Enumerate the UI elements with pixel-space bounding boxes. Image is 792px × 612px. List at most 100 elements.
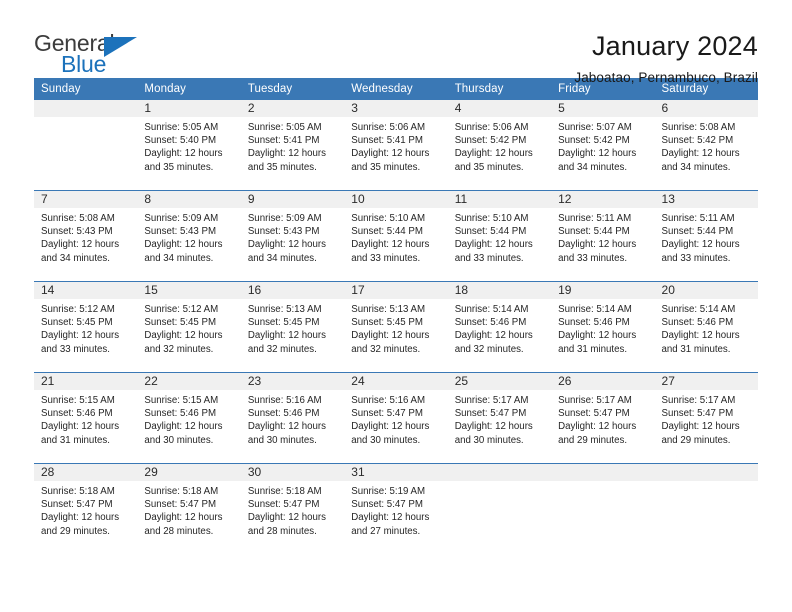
day-details: Sunrise: 5:10 AM Sunset: 5:44 PM Daylight:… — [448, 208, 551, 265]
day-number: 28 — [34, 464, 138, 481]
sunrise-text: Sunrise: 5:06 AM — [454, 122, 529, 133]
day-details: Sunrise: 5:06 AM Sunset: 5:41 PM Daylight:… — [344, 117, 447, 174]
calendar-day-cell[interactable]: 28 Sunrise: 5:18 AM Sunset: 5:47 PM Dayligh… — [34, 463, 138, 554]
calendar-day-cell[interactable]: 24 Sunrise: 5:16 AM Sunset: 5:47 PM Dayligh… — [344, 372, 448, 464]
day-cell-inner: 6 Sunrise: 5:08 AM Sunset: 5:42 PM Daylight… — [654, 100, 758, 190]
sunrise-text: Sunrise: 5:14 AM — [454, 304, 529, 315]
calendar-day-cell-empty — [654, 463, 758, 554]
sunrise-text: Sunrise: 5:15 AM — [144, 395, 219, 406]
daylight-text: Daylight: 12 hours and 29 minutes. — [661, 421, 740, 446]
sunset-text: Sunset: 5:42 PM — [661, 135, 734, 147]
sunrise-text: Sunrise: 5:16 AM — [351, 395, 426, 406]
sunrise-text: Sunrise: 5:18 AM — [41, 486, 115, 497]
sunrise-text: Sunrise: 5:10 AM — [454, 213, 529, 224]
daylight-text: Daylight: 12 hours and 34 minutes. — [558, 148, 637, 173]
sunrise-text: Sunrise: 5:14 AM — [661, 304, 736, 315]
calendar-day-cell[interactable]: 31 Sunrise: 5:19 AM Sunset: 5:47 PM Dayligh… — [344, 463, 448, 554]
day-details: Sunrise: 5:05 AM Sunset: 5:40 PM Daylight:… — [137, 117, 240, 174]
title-block: January 2024 Jaboatao, Pernambuco, Brazi… — [574, 30, 758, 87]
day-number: 24 — [344, 373, 448, 390]
calendar-day-cell[interactable]: 11 Sunrise: 5:10 AM Sunset: 5:44 PM Dayligh… — [447, 190, 552, 282]
day-cell-inner: 11 Sunrise: 5:10 AM Sunset: 5:44 PM Dayligh… — [447, 191, 552, 281]
daylight-text: Daylight: 12 hours and 28 minutes. — [247, 512, 326, 537]
calendar-day-cell[interactable]: 23 Sunrise: 5:16 AM Sunset: 5:46 PM Dayligh… — [240, 372, 345, 464]
day-details: Sunrise: 5:13 AM Sunset: 5:45 PM Daylight:… — [241, 299, 344, 356]
day-number: 2 — [240, 100, 345, 117]
calendar-day-cell[interactable]: 1 Sunrise: 5:05 AM Sunset: 5:40 PM Daylight… — [137, 100, 241, 191]
calendar-day-cell[interactable]: 13 Sunrise: 5:11 AM Sunset: 5:44 PM Dayligh… — [654, 190, 758, 282]
calendar-day-cell[interactable]: 27 Sunrise: 5:17 AM Sunset: 5:47 PM Dayligh… — [654, 372, 758, 464]
calendar-day-cell[interactable]: 5 Sunrise: 5:07 AM Sunset: 5:42 PM Daylight… — [551, 100, 655, 191]
weekday-header-wednesday: Wednesday — [344, 78, 448, 100]
day-cell-inner: 15 Sunrise: 5:12 AM Sunset: 5:45 PM Dayligh… — [137, 282, 241, 372]
sunset-text: Sunset: 5:47 PM — [351, 408, 423, 420]
sunrise-text: Sunrise: 5:17 AM — [454, 395, 529, 406]
calendar-day-cell[interactable]: 17 Sunrise: 5:13 AM Sunset: 5:45 PM Dayligh… — [344, 281, 448, 373]
day-number — [551, 464, 655, 481]
day-details: Sunrise: 5:15 AM Sunset: 5:46 PM Daylight:… — [137, 390, 240, 447]
daylight-text: Daylight: 12 hours and 33 minutes. — [558, 239, 637, 264]
calendar-table: Sunday Monday Tuesday Wednesday Thursday… — [34, 78, 758, 554]
day-number: 19 — [551, 282, 655, 299]
calendar-day-cell[interactable]: 6 Sunrise: 5:08 AM Sunset: 5:42 PM Daylight… — [654, 100, 758, 191]
calendar-week-row: 7 Sunrise: 5:08 AM Sunset: 5:43 PM Daylight… — [34, 190, 758, 282]
day-number — [447, 464, 552, 481]
daylight-text: Daylight: 12 hours and 31 minutes. — [661, 330, 740, 355]
daylight-text: Daylight: 12 hours and 29 minutes. — [41, 512, 120, 537]
calendar-day-cell[interactable]: 21 Sunrise: 5:15 AM Sunset: 5:46 PM Dayligh… — [34, 372, 138, 464]
calendar-day-cell[interactable]: 29 Sunrise: 5:18 AM Sunset: 5:47 PM Dayligh… — [137, 463, 241, 554]
calendar-day-cell[interactable]: 4 Sunrise: 5:06 AM Sunset: 5:42 PM Daylight… — [447, 100, 552, 191]
day-details: Sunrise: 5:16 AM Sunset: 5:47 PM Daylight:… — [344, 390, 447, 447]
sunset-text: Sunset: 5:47 PM — [144, 499, 217, 511]
calendar-day-cell[interactable]: 25 Sunrise: 5:17 AM Sunset: 5:47 PM Dayligh… — [447, 372, 552, 464]
calendar-day-cell[interactable]: 16 Sunrise: 5:13 AM Sunset: 5:45 PM Dayligh… — [240, 281, 345, 373]
day-number: 31 — [344, 464, 448, 481]
day-details: Sunrise: 5:14 AM Sunset: 5:46 PM Daylight:… — [551, 299, 654, 356]
calendar-day-cell[interactable]: 3 Sunrise: 5:06 AM Sunset: 5:41 PM Daylight… — [344, 100, 448, 191]
calendar-day-cell[interactable]: 20 Sunrise: 5:14 AM Sunset: 5:46 PM Dayligh… — [654, 281, 758, 373]
day-number: 12 — [551, 191, 655, 208]
sunrise-text: Sunrise: 5:08 AM — [41, 213, 115, 224]
calendar-day-cell[interactable]: 22 Sunrise: 5:15 AM Sunset: 5:46 PM Dayligh… — [137, 372, 241, 464]
calendar-day-cell[interactable]: 18 Sunrise: 5:14 AM Sunset: 5:46 PM Dayligh… — [447, 281, 552, 373]
calendar-day-cell[interactable]: 12 Sunrise: 5:11 AM Sunset: 5:44 PM Dayligh… — [551, 190, 655, 282]
daylight-text: Daylight: 12 hours and 33 minutes. — [351, 239, 430, 264]
day-number: 20 — [654, 282, 758, 299]
day-details: Sunrise: 5:06 AM Sunset: 5:42 PM Daylight:… — [448, 117, 551, 174]
day-details: Sunrise: 5:12 AM Sunset: 5:45 PM Daylight:… — [137, 299, 240, 356]
sunrise-text: Sunrise: 5:15 AM — [41, 395, 115, 406]
page-title: January 2024 — [591, 31, 758, 61]
calendar-day-cell[interactable]: 19 Sunrise: 5:14 AM Sunset: 5:46 PM Dayligh… — [551, 281, 655, 373]
day-details: Sunrise: 5:08 AM Sunset: 5:43 PM Daylight:… — [34, 208, 137, 265]
sunset-text: Sunset: 5:46 PM — [454, 317, 527, 329]
daylight-text: Daylight: 12 hours and 30 minutes. — [247, 421, 326, 446]
calendar-day-cell[interactable]: 14 Sunrise: 5:12 AM Sunset: 5:45 PM Dayligh… — [34, 281, 138, 373]
calendar-page: General Blue January 2024 Jaboatao, Pern… — [0, 0, 792, 612]
calendar-day-cell[interactable]: 30 Sunrise: 5:18 AM Sunset: 5:47 PM Dayligh… — [240, 463, 345, 554]
sunrise-text: Sunrise: 5:05 AM — [144, 122, 219, 133]
day-cell-inner — [551, 464, 655, 554]
calendar-day-cell[interactable]: 8 Sunrise: 5:09 AM Sunset: 5:43 PM Daylight… — [137, 190, 241, 282]
day-number: 25 — [447, 373, 552, 390]
day-details: Sunrise: 5:17 AM Sunset: 5:47 PM Daylight:… — [655, 390, 758, 447]
sunset-text: Sunset: 5:47 PM — [454, 408, 527, 420]
calendar-day-cell[interactable]: 2 Sunrise: 5:05 AM Sunset: 5:41 PM Daylight… — [240, 100, 345, 191]
calendar-day-cell[interactable]: 7 Sunrise: 5:08 AM Sunset: 5:43 PM Daylight… — [34, 190, 138, 282]
calendar-day-cell[interactable]: 15 Sunrise: 5:12 AM Sunset: 5:45 PM Dayligh… — [137, 281, 241, 373]
calendar-day-cell[interactable]: 10 Sunrise: 5:10 AM Sunset: 5:44 PM Dayligh… — [344, 190, 448, 282]
day-cell-inner: 22 Sunrise: 5:15 AM Sunset: 5:46 PM Dayligh… — [137, 373, 241, 463]
sunrise-text: Sunrise: 5:16 AM — [247, 395, 322, 406]
daylight-text: Daylight: 12 hours and 34 minutes. — [661, 148, 740, 173]
daylight-text: Daylight: 12 hours and 30 minutes. — [144, 421, 223, 446]
daylight-text: Daylight: 12 hours and 35 minutes. — [454, 148, 533, 173]
day-number — [34, 100, 138, 117]
day-cell-inner — [447, 464, 552, 554]
calendar-day-cell[interactable]: 26 Sunrise: 5:17 AM Sunset: 5:47 PM Dayligh… — [551, 372, 655, 464]
day-cell-inner: 26 Sunrise: 5:17 AM Sunset: 5:47 PM Dayligh… — [551, 373, 655, 463]
calendar-day-cell[interactable]: 9 Sunrise: 5:09 AM Sunset: 5:43 PM Daylight… — [240, 190, 345, 282]
brand-name-blue: Blue — [61, 51, 107, 77]
sunset-text: Sunset: 5:40 PM — [144, 135, 217, 147]
sunset-text: Sunset: 5:46 PM — [144, 408, 217, 420]
day-details: Sunrise: 5:18 AM Sunset: 5:47 PM Daylight:… — [137, 481, 240, 538]
sunrise-text: Sunrise: 5:17 AM — [558, 395, 632, 406]
